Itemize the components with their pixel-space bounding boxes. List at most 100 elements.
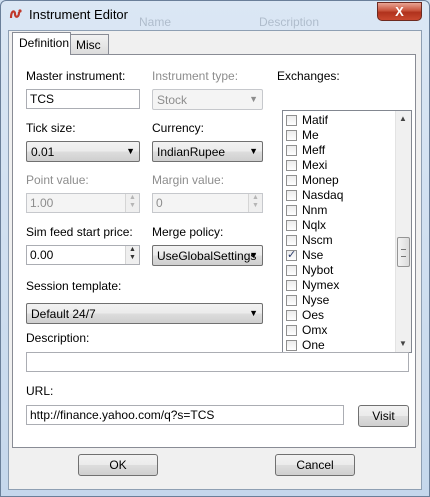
exchange-item-me[interactable]: Me [286,128,319,143]
exchange-label: Nscm [302,233,333,247]
scrollbar-thumb[interactable] [397,237,410,267]
url-input[interactable]: http://finance.yahoo.com/q?s=TCS [26,405,344,425]
sim-feed-start-price-value: 0.00 [30,248,54,262]
margin-value-spinner[interactable]: ▲ ▼ [248,194,262,212]
exchange-checkbox[interactable] [286,205,297,216]
exchange-checkbox[interactable] [286,115,297,126]
margin-value-input[interactable]: 0 [152,193,263,213]
exchange-item-matif[interactable]: Matif [286,113,328,128]
tab-definition-label: Definition [19,36,70,50]
exchange-label: One [302,338,325,352]
app-icon [9,9,22,19]
exchange-item-nse[interactable]: ✓ Nse [286,248,323,263]
exchange-checkbox[interactable] [286,190,297,201]
exchange-label: Meff [302,143,326,157]
exchange-item-nasdaq[interactable]: Nasdaq [286,188,343,203]
exchange-checkbox[interactable] [286,175,297,186]
exchange-checkbox[interactable] [286,325,297,336]
spin-up-icon: ▲ [252,194,259,201]
merge-policy-value: UseGlobalSettings [157,249,257,263]
session-template-value: Default 24/7 [31,307,96,321]
scroll-up-icon[interactable]: ▲ [399,114,407,123]
exchange-checkbox[interactable] [286,310,297,321]
sim-feed-start-price-spinner[interactable]: ▲ ▼ [125,246,139,264]
exchange-label: Monep [302,173,339,187]
spin-down-icon: ▼ [129,202,136,209]
margin-value-label: Margin value: [152,173,225,187]
point-value-spinner[interactable]: ▲ ▼ [125,194,139,212]
session-template-select[interactable]: Default 24/7 ▼ [26,303,263,324]
exchange-item-nqlx[interactable]: Nqlx [286,218,326,233]
checkmark-icon: ✓ [287,249,297,261]
definition-tab-page: Master instrument: TCS Instrument type: … [12,54,416,448]
sim-feed-start-price-input[interactable]: 0.00 [26,245,140,265]
exchange-item-mexi[interactable]: Mexi [286,158,327,173]
close-button[interactable]: X [377,2,422,21]
margin-value-value: 0 [156,196,163,210]
instrument-editor-window: Instrument Editor Name Description X Def… [0,0,430,497]
exchange-checkbox[interactable] [286,235,297,246]
tick-size-value: 0.01 [31,145,55,159]
chevron-down-icon: ▼ [249,146,258,156]
tab-definition[interactable]: Definition [12,32,71,55]
point-value-label: Point value: [26,173,89,187]
description-input[interactable] [26,352,409,372]
exchange-checkbox[interactable] [286,145,297,156]
sim-feed-start-price-label: Sim feed start price: [26,225,133,239]
exchange-label: Nse [302,248,324,262]
merge-policy-select[interactable]: UseGlobalSettings ▼ [152,245,263,266]
exchange-checkbox[interactable] [286,220,297,231]
exchange-label: Matif [302,113,329,127]
exchange-item-monep[interactable]: Monep [286,173,339,188]
chevron-down-icon: ▼ [249,94,258,104]
exchanges-scrollbar[interactable]: ▲ ▼ [395,111,411,352]
spin-up-icon: ▲ [129,246,136,253]
master-instrument-label: Master instrument: [26,69,126,83]
tab-misc-label: Misc [76,38,101,52]
instrument-type-select[interactable]: Stock ▼ [152,89,263,110]
cancel-button[interactable]: Cancel [275,454,355,476]
currency-select[interactable]: IndianRupee ▼ [152,141,263,162]
exchange-item-one[interactable]: One [286,338,325,352]
exchange-checkbox[interactable] [286,160,297,171]
window-title: Instrument Editor [29,7,128,22]
visit-button[interactable]: Visit [358,405,409,427]
background-ghost-description: Description [259,15,320,29]
exchange-label: Nybot [302,263,334,277]
exchange-item-nyse[interactable]: Nyse [286,293,329,308]
chevron-down-icon: ▼ [126,146,135,156]
exchange-label: Nymex [302,278,340,292]
exchange-label: Nasdaq [302,188,344,202]
session-template-label: Session template: [26,279,122,293]
master-instrument-input[interactable]: TCS [26,89,140,109]
ok-button[interactable]: OK [78,454,158,476]
chevron-down-icon: ▼ [249,308,258,318]
merge-policy-label: Merge policy: [152,225,224,239]
url-label: URL: [26,384,54,398]
exchange-item-nscm[interactable]: Nscm [286,233,333,248]
exchange-label: Oes [302,308,325,322]
spin-down-icon: ▼ [252,202,259,209]
exchange-item-nybot[interactable]: Nybot [286,263,333,278]
scroll-down-icon[interactable]: ▼ [399,339,407,348]
exchanges-label: Exchanges: [277,69,340,83]
exchange-item-meff[interactable]: Meff [286,143,325,158]
dialog-client-area: Definition Misc Master instrument: TCS I… [8,30,422,490]
exchange-checkbox[interactable]: ✓ [286,249,297,261]
exchanges-listbox[interactable]: Matif Me Meff Mexi Monep Nasdaq Nnm Nqlx Nscm ✓ Ns… [282,110,412,353]
tab-misc[interactable]: Misc [69,34,109,54]
tick-size-select[interactable]: 0.01 ▼ [26,141,140,162]
close-icon: X [395,4,404,19]
exchange-item-oes[interactable]: Oes [286,308,324,323]
exchange-label: Nnm [302,203,328,217]
exchange-checkbox[interactable] [286,280,297,291]
exchange-item-nnm[interactable]: Nnm [286,203,327,218]
exchange-checkbox[interactable] [286,130,297,141]
exchange-item-nymex[interactable]: Nymex [286,278,339,293]
exchange-checkbox[interactable] [286,295,297,306]
exchange-checkbox[interactable] [286,265,297,276]
title-bar[interactable]: Instrument Editor Name Description X [1,1,429,29]
point-value-input[interactable]: 1.00 [26,193,140,213]
exchange-item-omx[interactable]: Omx [286,323,327,338]
exchange-checkbox[interactable] [286,340,297,351]
